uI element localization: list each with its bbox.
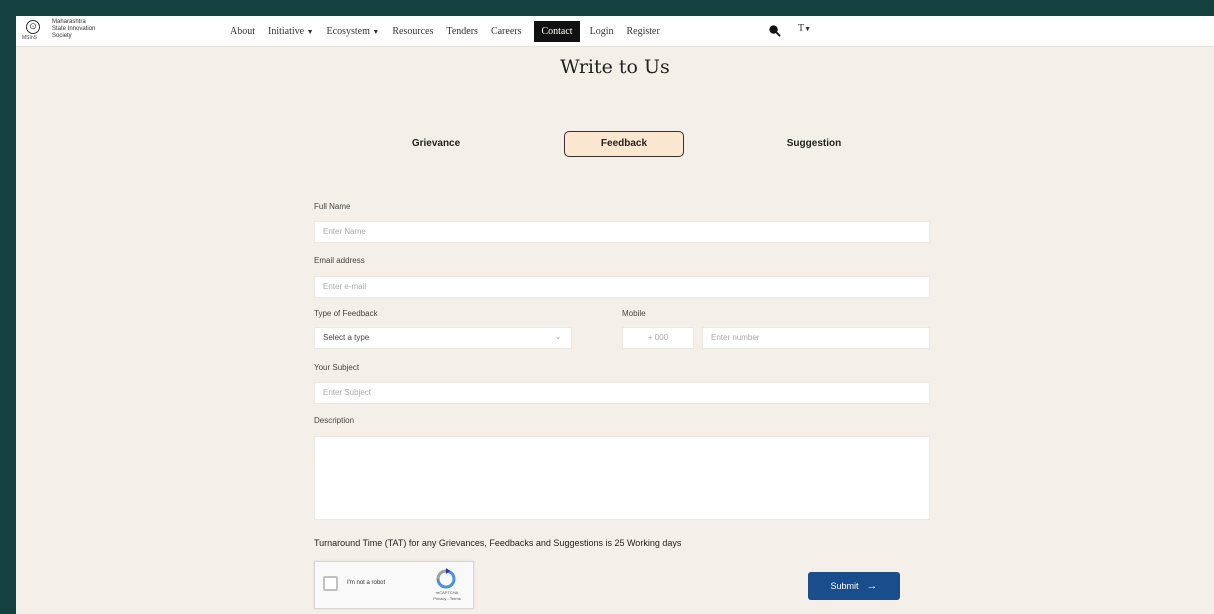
nav-register[interactable]: Register (626, 26, 659, 37)
feedback-type-select[interactable]: Select a type ⌄ (314, 327, 572, 349)
description-label: Description (314, 416, 355, 425)
tat-note: Turnaround Time (TAT) for any Grievances… (314, 538, 682, 548)
nav-resources[interactable]: Resources (392, 26, 433, 37)
tab-grievance[interactable]: Grievance (396, 131, 476, 157)
full-name-input[interactable]: Enter Name (314, 221, 930, 243)
org-name-line: Maharashtra (52, 19, 86, 25)
nav-login[interactable]: Login (590, 26, 614, 37)
logo[interactable]: ⊙ MSInS (22, 20, 44, 42)
emblem-icon: ⊙ (26, 20, 40, 34)
subject-label: Your Subject (314, 363, 360, 372)
page-title: Write to Us (560, 56, 670, 78)
country-code-select[interactable]: + 000 (622, 327, 694, 349)
nav-tenders[interactable]: Tenders (446, 26, 478, 37)
chevron-down-icon: ⌄ (555, 334, 561, 341)
recaptcha-widget: I'm not a robot reCAPTCHA Privacy - Term… (314, 561, 474, 609)
caret-down-icon: ▼ (306, 27, 314, 36)
org-name-line: State Innovation (52, 26, 96, 32)
tab-feedback[interactable]: Feedback (564, 131, 684, 157)
logo-subtext: MSInS (22, 35, 38, 41)
page-frame: ⊙ MSInS Maharashtra State Innovation Soc… (16, 16, 1214, 614)
full-name-label: Full Name (314, 202, 351, 211)
caret-down-icon: ▼ (372, 27, 380, 36)
recaptcha-brand: reCAPTCHA (435, 590, 459, 595)
email-label: Email address (314, 256, 365, 265)
recaptcha-icon (436, 568, 456, 589)
feedback-type-label: Type of Feedback (314, 309, 378, 318)
main-menu: About Initiative ▼ Ecosystem ▼ Resources… (230, 16, 673, 46)
caret-down-icon: ▼ (804, 25, 812, 33)
recaptcha-links[interactable]: Privacy - Terms (427, 596, 467, 601)
arrow-right-icon: → (866, 580, 878, 592)
mobile-label: Mobile (622, 309, 646, 318)
email-input[interactable]: Enter e-mail (314, 276, 930, 298)
submit-button[interactable]: Submit → (808, 572, 900, 600)
nav-about[interactable]: About (230, 26, 255, 37)
subject-input[interactable]: Enter Subject (314, 382, 930, 404)
description-textarea[interactable] (314, 436, 930, 520)
nav-ecosystem[interactable]: Ecosystem ▼ (327, 26, 380, 37)
mobile-number-input[interactable]: Enter number (702, 327, 930, 349)
nav-careers[interactable]: Careers (491, 26, 522, 37)
nav-initiative[interactable]: Initiative ▼ (268, 26, 314, 37)
submit-label: Submit (830, 581, 859, 591)
org-name[interactable]: Maharashtra State Innovation Society (52, 19, 122, 40)
org-name-line: Society (52, 33, 72, 39)
nav-contact[interactable]: Contact (534, 20, 580, 42)
recaptcha-label: I'm not a robot (347, 580, 386, 586)
language-selector[interactable]: T▼ (798, 23, 811, 34)
top-navbar: ⊙ MSInS Maharashtra State Innovation Soc… (16, 16, 1214, 47)
feedback-type-value: Select a type (323, 333, 370, 342)
search-icon[interactable] (768, 24, 781, 37)
tab-suggestion[interactable]: Suggestion (774, 131, 854, 157)
recaptcha-checkbox[interactable] (323, 576, 338, 591)
